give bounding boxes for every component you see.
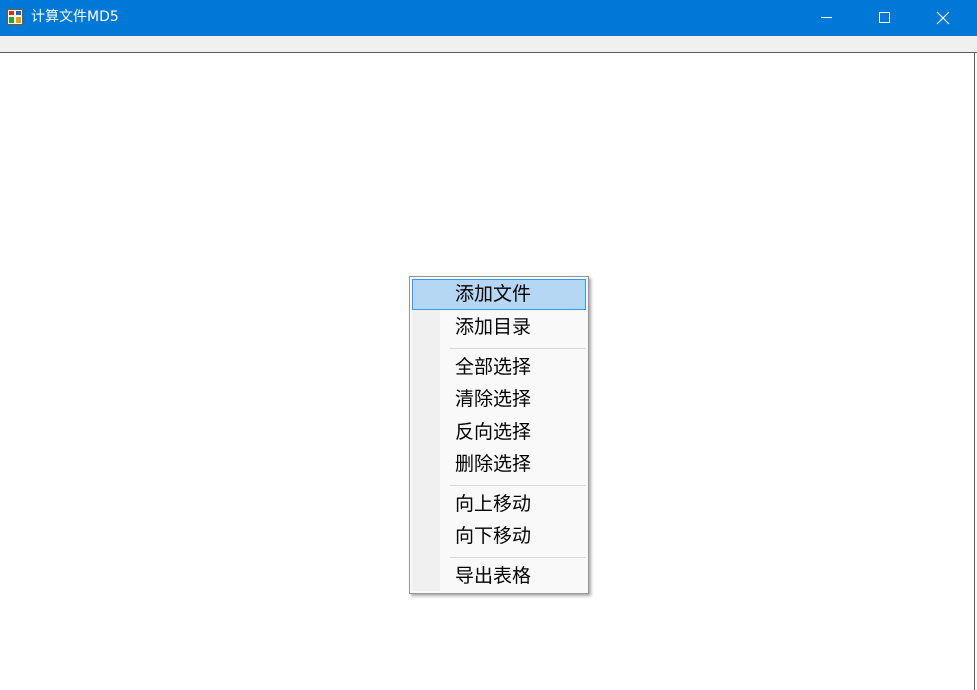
menu-item-label: 向上移动 bbox=[455, 493, 532, 515]
close-button[interactable] bbox=[915, 0, 973, 36]
menu-item-export-table[interactable]: 导出表格 bbox=[412, 561, 586, 592]
menu-item-label: 添加目录 bbox=[455, 316, 532, 338]
menu-separator bbox=[450, 348, 586, 349]
menu-item-label: 导出表格 bbox=[455, 565, 532, 587]
menu-item-label: 清除选择 bbox=[455, 388, 532, 410]
menu-item-move-up[interactable]: 向上移动 bbox=[412, 489, 586, 520]
main-window: 计算文件MD5 添加文件 添加目录 全部选择 清除选择 反向选择 删除选择 向上… bbox=[0, 0, 977, 690]
menu-item-select-all[interactable]: 全部选择 bbox=[412, 352, 586, 383]
menu-item-label: 向下移动 bbox=[455, 525, 532, 547]
context-menu: 添加文件 添加目录 全部选择 清除选择 反向选择 删除选择 向上移动 向下移动 … bbox=[409, 276, 589, 594]
menu-item-invert-selection[interactable]: 反向选择 bbox=[412, 417, 586, 448]
menu-item-label: 反向选择 bbox=[455, 421, 532, 443]
menu-item-label: 删除选择 bbox=[455, 453, 532, 475]
menu-separator bbox=[450, 557, 586, 558]
app-icon bbox=[7, 9, 23, 25]
window-title: 计算文件MD5 bbox=[31, 9, 119, 25]
menu-item-label: 添加文件 bbox=[455, 283, 532, 305]
maximize-button[interactable] bbox=[857, 0, 915, 36]
menu-item-label: 全部选择 bbox=[455, 356, 532, 378]
menu-item-clear-selection[interactable]: 清除选择 bbox=[412, 384, 586, 415]
minimize-button[interactable] bbox=[799, 0, 857, 36]
close-icon bbox=[936, 11, 950, 25]
minimize-icon bbox=[821, 17, 832, 18]
menu-item-add-file[interactable]: 添加文件 bbox=[412, 279, 586, 310]
menu-item-delete-selection[interactable]: 删除选择 bbox=[412, 449, 586, 480]
toolbar-strip bbox=[0, 36, 977, 53]
title-bar[interactable]: 计算文件MD5 bbox=[0, 0, 977, 36]
maximize-icon bbox=[879, 12, 890, 23]
menu-item-add-folder[interactable]: 添加目录 bbox=[412, 312, 586, 343]
menu-separator bbox=[450, 485, 586, 486]
menu-item-move-down[interactable]: 向下移动 bbox=[412, 521, 586, 552]
